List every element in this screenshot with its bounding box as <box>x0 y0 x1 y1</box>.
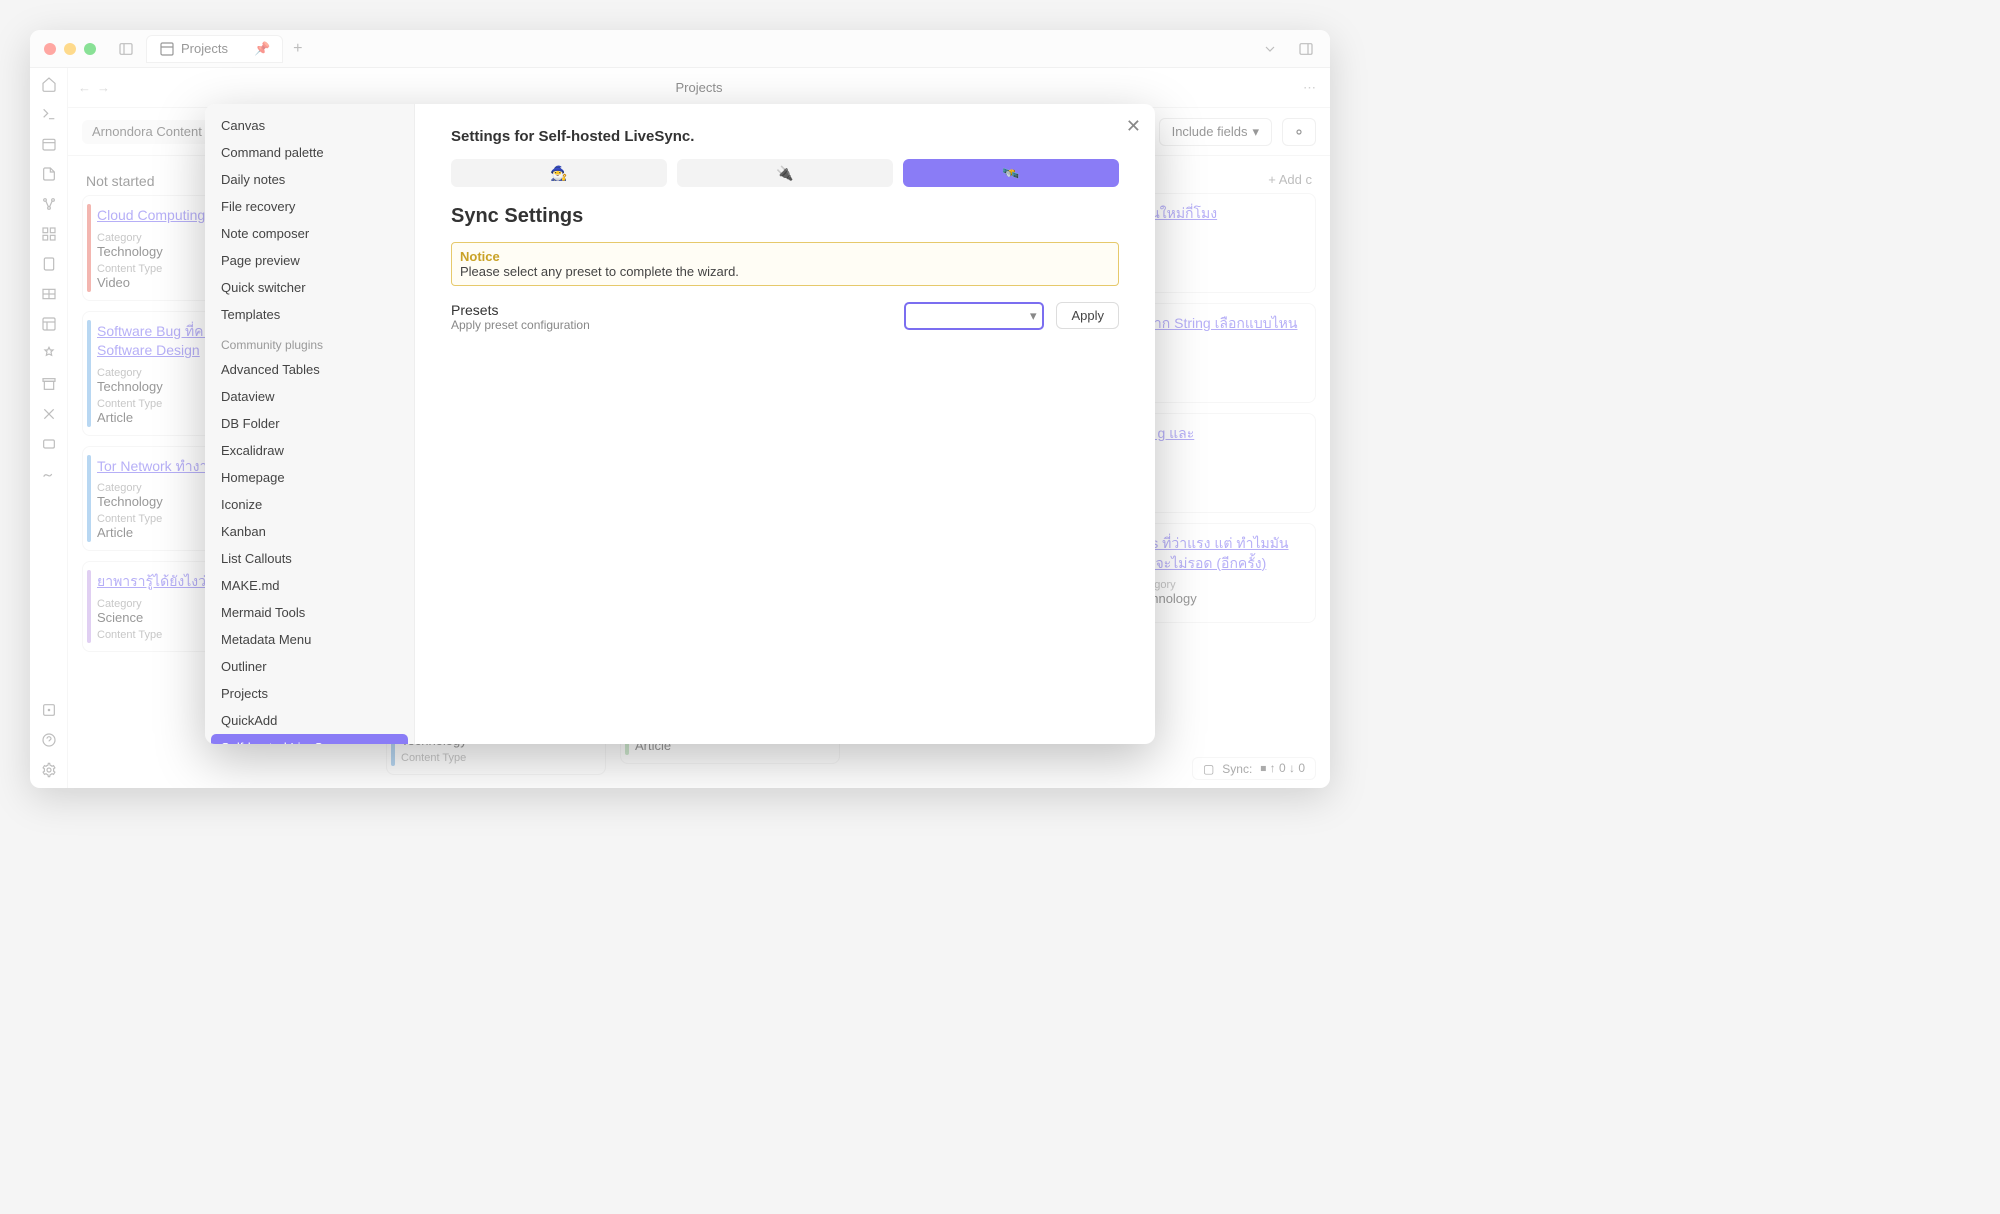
settings-tabs: 🧙‍♂️ 🔌 🛰️ <box>451 159 1119 187</box>
settings-item[interactable]: QuickAdd <box>211 707 408 734</box>
presets-row: Presets Apply preset configuration ▾ App… <box>451 302 1119 332</box>
settings-item[interactable]: Dataview <box>211 383 408 410</box>
settings-item[interactable]: Iconize <box>211 491 408 518</box>
settings-item[interactable]: Daily notes <box>211 166 408 193</box>
settings-item[interactable]: MAKE.md <box>211 572 408 599</box>
app-window: Projects 📌 + <box>30 30 1330 788</box>
section-heading: Sync Settings <box>451 205 1119 228</box>
close-icon[interactable]: ✕ <box>1126 116 1141 137</box>
settings-title: Settings for Self-hosted LiveSync. <box>451 128 1119 145</box>
section-label: Community plugins <box>211 328 408 356</box>
settings-sidebar: CanvasCommand paletteDaily notesFile rec… <box>205 104 415 744</box>
settings-item[interactable]: DB Folder <box>211 410 408 437</box>
settings-item[interactable]: Metadata Menu <box>211 626 408 653</box>
settings-content: ✕ Settings for Self-hosted LiveSync. 🧙‍♂… <box>415 104 1155 744</box>
settings-item[interactable]: Projects <box>211 680 408 707</box>
settings-item[interactable]: Homepage <box>211 464 408 491</box>
settings-item[interactable]: Command palette <box>211 139 408 166</box>
settings-item[interactable]: Self-hosted LiveSync <box>211 734 408 744</box>
settings-item[interactable]: Mermaid Tools <box>211 599 408 626</box>
settings-item[interactable]: Page preview <box>211 247 408 274</box>
presets-select[interactable]: ▾ <box>904 302 1044 330</box>
settings-item[interactable]: Kanban <box>211 518 408 545</box>
plugin-tab[interactable]: 🔌 <box>677 159 893 187</box>
settings-item[interactable]: List Callouts <box>211 545 408 572</box>
sync-tab[interactable]: 🛰️ <box>903 159 1119 187</box>
settings-item[interactable]: Excalidraw <box>211 437 408 464</box>
settings-item[interactable]: Quick switcher <box>211 274 408 301</box>
apply-button[interactable]: Apply <box>1056 302 1119 329</box>
settings-item[interactable]: Outliner <box>211 653 408 680</box>
wizard-tab[interactable]: 🧙‍♂️ <box>451 159 667 187</box>
settings-item[interactable]: Advanced Tables <box>211 356 408 383</box>
settings-item[interactable]: File recovery <box>211 193 408 220</box>
settings-modal: CanvasCommand paletteDaily notesFile rec… <box>205 104 1155 744</box>
settings-item[interactable]: Canvas <box>211 112 408 139</box>
settings-item[interactable]: Note composer <box>211 220 408 247</box>
notice-box: Notice Please select any preset to compl… <box>451 242 1119 286</box>
settings-item[interactable]: Templates <box>211 301 408 328</box>
